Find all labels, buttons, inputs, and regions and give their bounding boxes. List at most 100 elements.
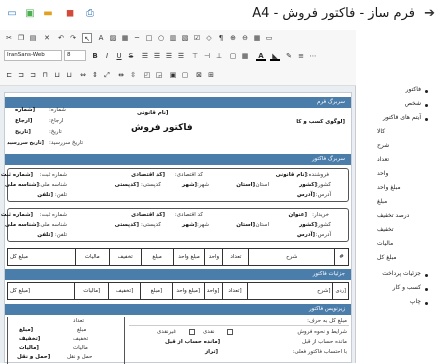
sidebar-item[interactable]: مالیات — [377, 240, 393, 247]
align-objects-bottom-icon[interactable]: ⊔ — [64, 70, 74, 80]
font-family-select[interactable]: IranSans-Web — [4, 50, 62, 61]
due-date-field[interactable]: [تاریخ سررسید — [7, 140, 44, 146]
sidebar-item[interactable]: کسب و کار — [393, 284, 421, 291]
items-table-row[interactable]: [ردی [شرح [تعداد [واحد [مبلغ واحد [مبلغ … — [6, 282, 349, 300]
sidebar-item[interactable]: جزئیات پرداخت — [382, 270, 421, 277]
valign-bottom-icon[interactable]: ⊥ — [214, 51, 224, 61]
cell-unit-price[interactable]: [مبلغ واحد — [171, 282, 205, 300]
totals-shipping-field[interactable]: [حمل و نقل — [17, 354, 50, 360]
col-header-tax[interactable]: مالیات — [74, 248, 110, 266]
space-vertical-icon[interactable]: ⇳ — [128, 70, 138, 80]
totals-discount-field[interactable]: [تخفیف — [19, 336, 40, 342]
buyer-postal-field[interactable]: [کدپستی — [115, 222, 139, 228]
zoom-out-icon[interactable]: ⊖ — [240, 33, 250, 43]
seller-address-field[interactable]: [آدرس — [297, 192, 315, 198]
rectangle-tool-icon[interactable]: □ — [144, 33, 154, 43]
design-canvas[interactable]: سربرگ فرم [لوگوی کسب و کا [نام قانونی فا… — [0, 86, 356, 364]
reference-field[interactable]: [ارجاع — [15, 118, 32, 124]
seller-reg-field[interactable]: [شماره ثبت — [1, 172, 33, 178]
seller-province-field[interactable]: [استان — [236, 182, 255, 188]
cell-unit[interactable]: [واحد — [203, 282, 223, 300]
band-invoice-details[interactable]: جزئیات فاکتور — [5, 269, 351, 280]
snap-grid-icon[interactable]: ⊞ — [206, 70, 216, 80]
report-title[interactable]: فاکتور فروش — [131, 123, 193, 133]
same-width-icon[interactable]: ⇔ — [78, 70, 88, 80]
buyer-province-field[interactable]: [استان — [236, 222, 255, 228]
number-field[interactable]: [شماره — [15, 107, 35, 113]
barcode-tool-icon[interactable]: ▥ — [168, 33, 178, 43]
cell-tax[interactable]: [مالیات — [74, 282, 110, 300]
sidebar-item[interactable]: مبلغ واحد — [377, 184, 401, 191]
seller-econ-field[interactable]: [کد اقتصادی — [131, 172, 165, 178]
font-color-icon[interactable]: A — [256, 51, 266, 61]
sidebar-item[interactable]: فاکتور — [406, 86, 421, 93]
ellipse-tool-icon[interactable]: ○ — [156, 33, 166, 43]
line-color-icon[interactable]: ✎ — [284, 51, 294, 61]
cash-checkbox[interactable] — [227, 329, 233, 335]
sidebar-item[interactable]: شرح — [377, 142, 389, 149]
col-header-total[interactable]: مبلغ کل — [7, 248, 76, 266]
valign-middle-icon[interactable]: ⊣ — [202, 51, 212, 61]
band-invoice-footer[interactable]: زیرنویس فاکتور — [5, 304, 351, 315]
checkbox-tool-icon[interactable]: ☑ — [192, 33, 202, 43]
legal-name-field[interactable]: [نام قانونی — [137, 110, 168, 116]
cell-description[interactable]: [شرح — [247, 282, 334, 300]
text-tool-icon[interactable]: A — [96, 33, 106, 43]
open-folder-icon[interactable]: ▬ — [42, 8, 54, 20]
amount-in-words-label[interactable]: مبلغ کل به حرف: — [307, 318, 347, 324]
more-options-icon[interactable]: ⋯ — [308, 51, 318, 61]
report-page[interactable]: سربرگ فرم [لوگوی کسب و کا [نام قانونی فا… — [1, 92, 352, 364]
send-back-icon[interactable]: ◲ — [154, 70, 164, 80]
sidebar-item[interactable]: تخفیف — [377, 226, 394, 233]
items-table-header[interactable]: # شرح تعداد واحد مبلغ واحد مبلغ تخفیف ما… — [7, 248, 349, 266]
bold-icon[interactable]: B — [90, 51, 100, 61]
cell-discount[interactable]: [تخفیف — [108, 282, 141, 300]
sidebar-item[interactable]: مبلغ کل — [377, 254, 397, 261]
seller-country-field[interactable]: [کشور — [299, 182, 317, 188]
italic-icon[interactable]: I — [102, 51, 112, 61]
align-objects-left-icon[interactable]: ⊏ — [4, 70, 14, 80]
print-icon[interactable]: ⎙ — [84, 8, 96, 20]
select-pointer-icon[interactable]: ↖ — [82, 33, 92, 43]
col-header-amount[interactable]: مبلغ — [140, 248, 174, 266]
fill-color-icon[interactable]: ◣ — [270, 51, 280, 61]
align-objects-right-icon[interactable]: ⊐ — [28, 70, 38, 80]
border-icon[interactable]: ▢ — [228, 51, 238, 61]
shape-tool-icon[interactable]: ◇ — [204, 33, 214, 43]
strikethrough-icon[interactable]: S — [126, 51, 136, 61]
group-icon[interactable]: ▣ — [168, 70, 178, 80]
delete-icon[interactable]: ✕ — [42, 33, 52, 43]
chart-tool-icon[interactable]: ▧ — [180, 33, 190, 43]
totals-tax-field[interactable]: [مالیات — [19, 345, 39, 351]
ungroup-icon[interactable]: ▢ — [180, 70, 190, 80]
image-tool-icon[interactable]: ▨ — [108, 33, 118, 43]
col-header-index[interactable]: # — [334, 248, 349, 266]
buyer-city-field[interactable]: [شهر — [182, 222, 197, 228]
line-tool-icon[interactable]: ─ — [132, 33, 142, 43]
redo-icon[interactable]: ↷ — [68, 33, 78, 43]
sidebar-item[interactable]: مبلغ — [377, 198, 387, 205]
align-justify-icon[interactable]: ☰ — [176, 51, 186, 61]
band-invoice-header[interactable]: سربرگ فاکتور — [5, 154, 351, 165]
lock-icon[interactable]: ⊠ — [194, 70, 204, 80]
copy-icon[interactable]: ❐ — [16, 33, 26, 43]
seller-postal-field[interactable]: [کدپستی — [115, 182, 139, 188]
table-tool-icon[interactable]: ▦ — [120, 33, 130, 43]
cell-quantity[interactable]: [تعداد — [221, 282, 249, 300]
date-field[interactable]: [تاریخ — [15, 129, 31, 135]
buyer-field[interactable]: [عنوان — [288, 212, 307, 218]
align-left-icon[interactable]: ☰ — [140, 51, 150, 61]
sidebar-item[interactable]: تعداد — [377, 156, 389, 163]
cut-icon[interactable]: ✂ — [4, 33, 14, 43]
align-objects-center-icon[interactable]: ⊐ — [16, 70, 26, 80]
col-header-description[interactable]: شرح — [248, 248, 336, 266]
balance-field[interactable]: [تراز — [205, 349, 218, 355]
col-header-discount[interactable]: تخفیف — [108, 248, 142, 266]
sidebar-item[interactable]: آیتم های فاکتور — [383, 114, 421, 121]
richtext-tool-icon[interactable]: ¶ — [216, 33, 226, 43]
seller-city-field[interactable]: [شهر — [182, 182, 197, 188]
remaining-field[interactable]: [مانده حساب از قبل — [165, 339, 220, 345]
col-header-quantity[interactable]: تعداد — [222, 248, 250, 266]
sidebar-item[interactable]: واحد — [377, 170, 388, 177]
col-header-unit-price[interactable]: مبلغ واحد — [172, 248, 206, 266]
